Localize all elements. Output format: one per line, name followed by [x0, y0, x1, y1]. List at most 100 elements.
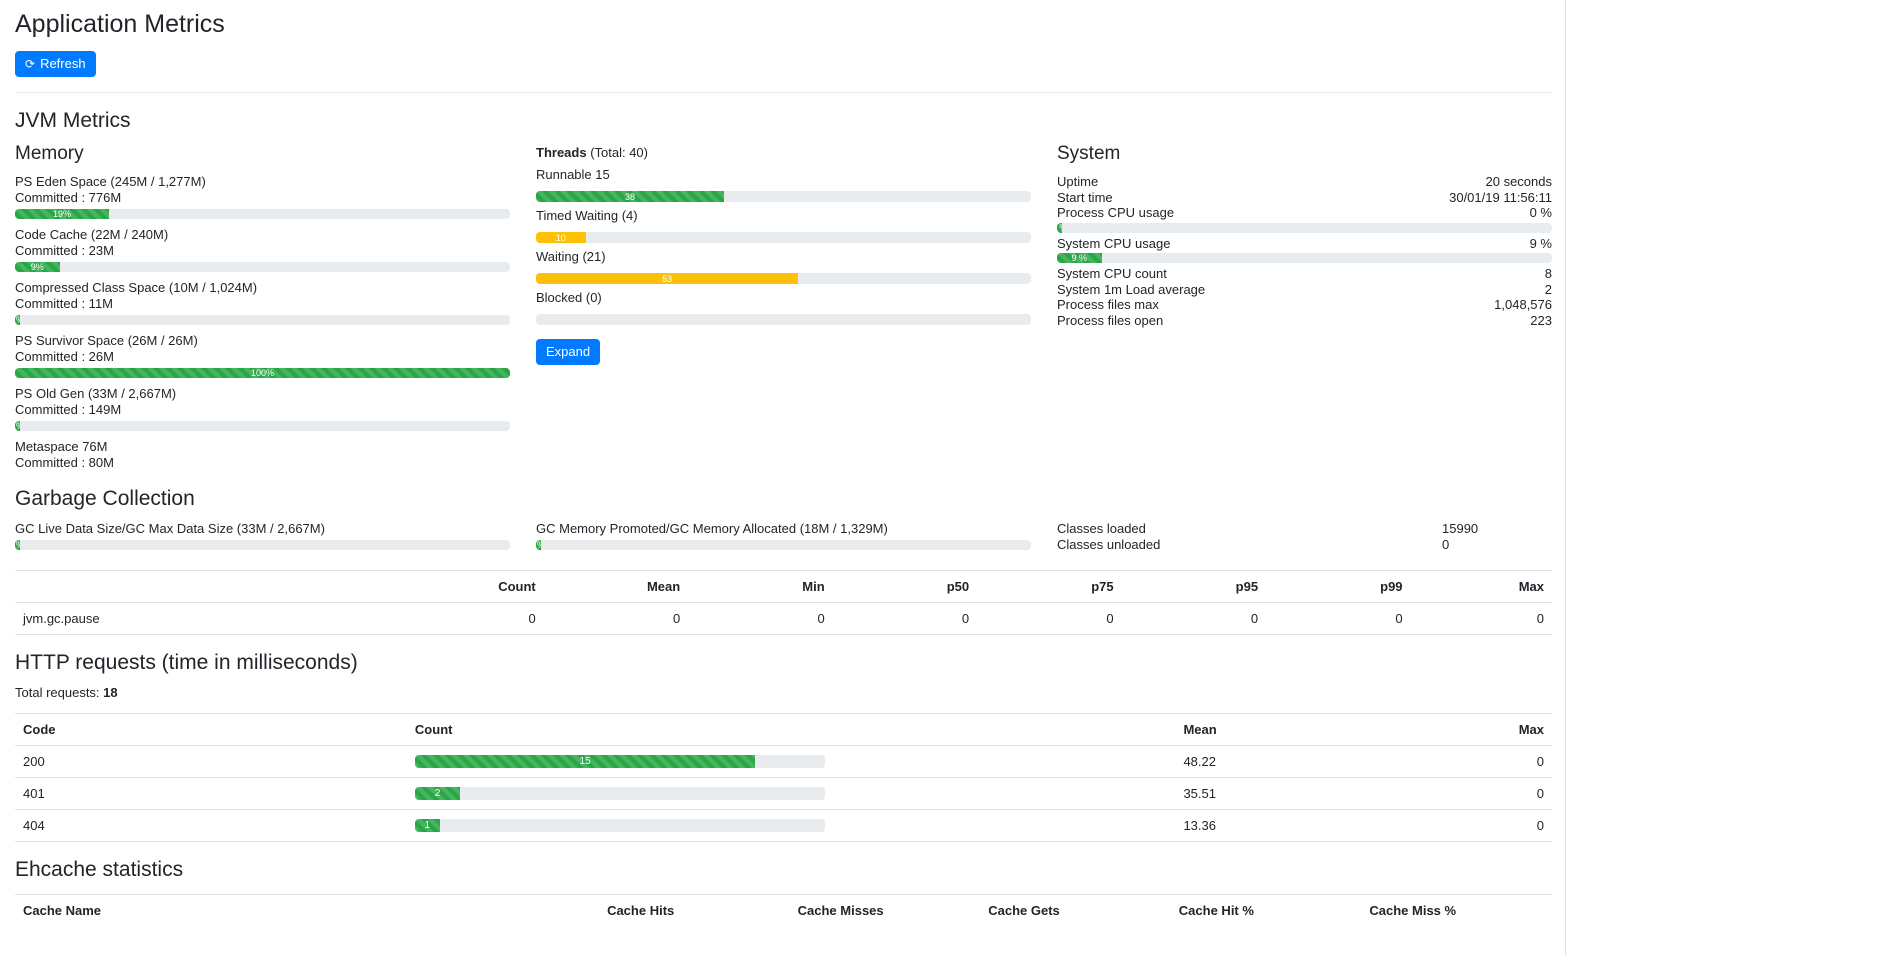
progress-label: 9%: [31, 262, 44, 272]
system-title: System: [1057, 143, 1552, 165]
ehcache-header-cache-name: Cache Name: [15, 895, 599, 927]
gc-header-p75: p75: [977, 571, 1121, 603]
memory-item-label: PS Survivor Space (26M / 26M): [15, 333, 510, 349]
memory-item-label: Code Cache (22M / 240M): [15, 227, 510, 243]
refresh-button[interactable]: ⟳ Refresh: [15, 51, 96, 77]
thread-progress-fill: 53: [536, 273, 798, 284]
metrics-page: Application Metrics ⟳ Refresh JVM Metric…: [0, 0, 1566, 956]
memory-progress-bar: 19%: [15, 209, 510, 219]
ehcache-header-cache-gets: Cache Gets: [980, 895, 1171, 927]
classes-unloaded-value: 0: [1442, 537, 1552, 553]
memory-progress-fill: 19%: [15, 209, 109, 219]
table-row: 401 2 35.51 0: [15, 778, 1552, 810]
http-count-progress-fill: 15: [415, 755, 755, 768]
thread-progress-fill: 38: [536, 191, 724, 202]
system-row-value: 9 %: [1530, 236, 1552, 252]
gc-row-p75: 0: [977, 603, 1121, 635]
gc-header-max: Max: [1411, 571, 1552, 603]
thread-state-label: Blocked (0): [536, 290, 1031, 306]
threads-section: Threads (Total: 40) Runnable 15 38 Timed…: [536, 143, 1031, 471]
system-row-label: Uptime: [1057, 174, 1098, 190]
http-row-count: 15: [407, 746, 1176, 778]
gc-header-mean: Mean: [544, 571, 688, 603]
http-count-progress-bar: 2: [415, 787, 825, 800]
memory-item-label: Compressed Class Space (10M / 1,024M): [15, 280, 510, 296]
table-row: jvm.gc.pause 0 0 0 0 0 0 0 0: [15, 603, 1552, 635]
system-row: Process files open 223: [1057, 313, 1552, 329]
ehcache-title: Ehcache statistics: [15, 858, 1552, 882]
gc-header-name: [15, 571, 399, 603]
http-row-code: 404: [15, 810, 407, 842]
system-row: System CPU usage 9 %: [1057, 236, 1552, 252]
memory-item: Code Cache (22M / 240M) Committed : 23M …: [15, 227, 510, 272]
http-header-code: Code: [15, 714, 407, 746]
system-row: Start time 30/01/19 11:56:11: [1057, 190, 1552, 206]
gc-header-p50: p50: [833, 571, 977, 603]
system-row-value: 0 %: [1530, 205, 1552, 221]
thread-state-label: Waiting (21): [536, 249, 1031, 265]
threads-title: Threads (Total: 40): [536, 145, 1031, 161]
thread-progress-bar: 53: [536, 273, 1031, 284]
refresh-button-label: Refresh: [40, 56, 86, 72]
ehcache-header-cache-hits: Cache Hits: [599, 895, 790, 927]
gc-live-data-label: GC Live Data Size/GC Max Data Size (33M …: [15, 521, 510, 537]
http-row-code: 200: [15, 746, 407, 778]
http-header-count: Count: [407, 714, 1176, 746]
system-row-value: 30/01/19 11:56:11: [1449, 190, 1552, 206]
threads-title-bold: Threads: [536, 145, 587, 160]
http-header-max: Max: [1391, 714, 1552, 746]
memory-progress-bar: 1%: [15, 315, 510, 325]
memory-progress-fill: 1%: [15, 421, 20, 431]
classes-unloaded-row: Classes unloaded 0: [1057, 537, 1552, 553]
total-requests-label: Total requests:: [15, 685, 100, 700]
http-count-progress-fill: 2: [415, 787, 460, 800]
memory-item-committed: Committed : 80M: [15, 455, 510, 471]
gc-header-p95: p95: [1122, 571, 1266, 603]
memory-item: Metaspace 76M Committed : 80M: [15, 439, 510, 471]
process-cpu-progress-fill: 0 %: [1057, 223, 1062, 233]
progress-label: 53: [662, 274, 672, 284]
http-row-code: 401: [15, 778, 407, 810]
progress-label: 9 %: [1072, 253, 1088, 263]
gc-title: Garbage Collection: [15, 487, 1552, 511]
expand-threads-button[interactable]: Expand: [536, 339, 600, 365]
progress-label: 100%: [251, 368, 274, 378]
http-header-mean: Mean: [1175, 714, 1390, 746]
system-row-value: 2: [1545, 282, 1552, 298]
ehcache-header-cache-misses: Cache Misses: [790, 895, 981, 927]
table-row: 200 15 48.22 0: [15, 746, 1552, 778]
gc-row-p95: 0: [1122, 603, 1266, 635]
progress-label: 1%: [536, 540, 541, 550]
memory-item-committed: Committed : 11M: [15, 296, 510, 312]
system-row-value: 223: [1530, 313, 1552, 329]
memory-progress-bar: 1%: [15, 421, 510, 431]
refresh-icon: ⟳: [25, 56, 35, 72]
http-row-count: 2: [407, 778, 1176, 810]
gc-header-min: Min: [688, 571, 832, 603]
progress-label: 38: [625, 192, 635, 202]
system-row-label: System CPU count: [1057, 266, 1167, 282]
gc-row-min: 0: [688, 603, 832, 635]
table-row: 404 1 13.36 0: [15, 810, 1552, 842]
memory-item: PS Survivor Space (26M / 26M) Committed …: [15, 333, 510, 378]
progress-label: 1: [424, 821, 430, 831]
http-row-mean: 48.22: [1175, 746, 1390, 778]
gc-promoted: GC Memory Promoted/GC Memory Allocated (…: [536, 521, 1031, 558]
progress-label: 1%: [15, 315, 20, 325]
thread-progress-bar: 10: [536, 232, 1031, 243]
http-row-mean: 35.51: [1175, 778, 1390, 810]
threads-title-rest: (Total: 40): [587, 145, 648, 160]
system-row: System CPU count 8: [1057, 266, 1552, 282]
memory-section: Memory PS Eden Space (245M / 1,277M) Com…: [15, 143, 510, 471]
http-row-max: 0: [1391, 746, 1552, 778]
system-row: Process files max 1,048,576: [1057, 297, 1552, 313]
http-row-mean: 13.36: [1175, 810, 1390, 842]
progress-label: 1%: [15, 540, 20, 550]
memory-item: PS Eden Space (245M / 1,277M) Committed …: [15, 174, 510, 219]
memory-item-committed: Committed : 776M: [15, 190, 510, 206]
memory-progress-bar: 100%: [15, 368, 510, 378]
http-count-progress-bar: 1: [415, 819, 825, 832]
classes-loaded-row: Classes loaded 15990: [1057, 521, 1552, 537]
progress-label: 1%: [15, 421, 20, 431]
http-row-count: 1: [407, 810, 1176, 842]
